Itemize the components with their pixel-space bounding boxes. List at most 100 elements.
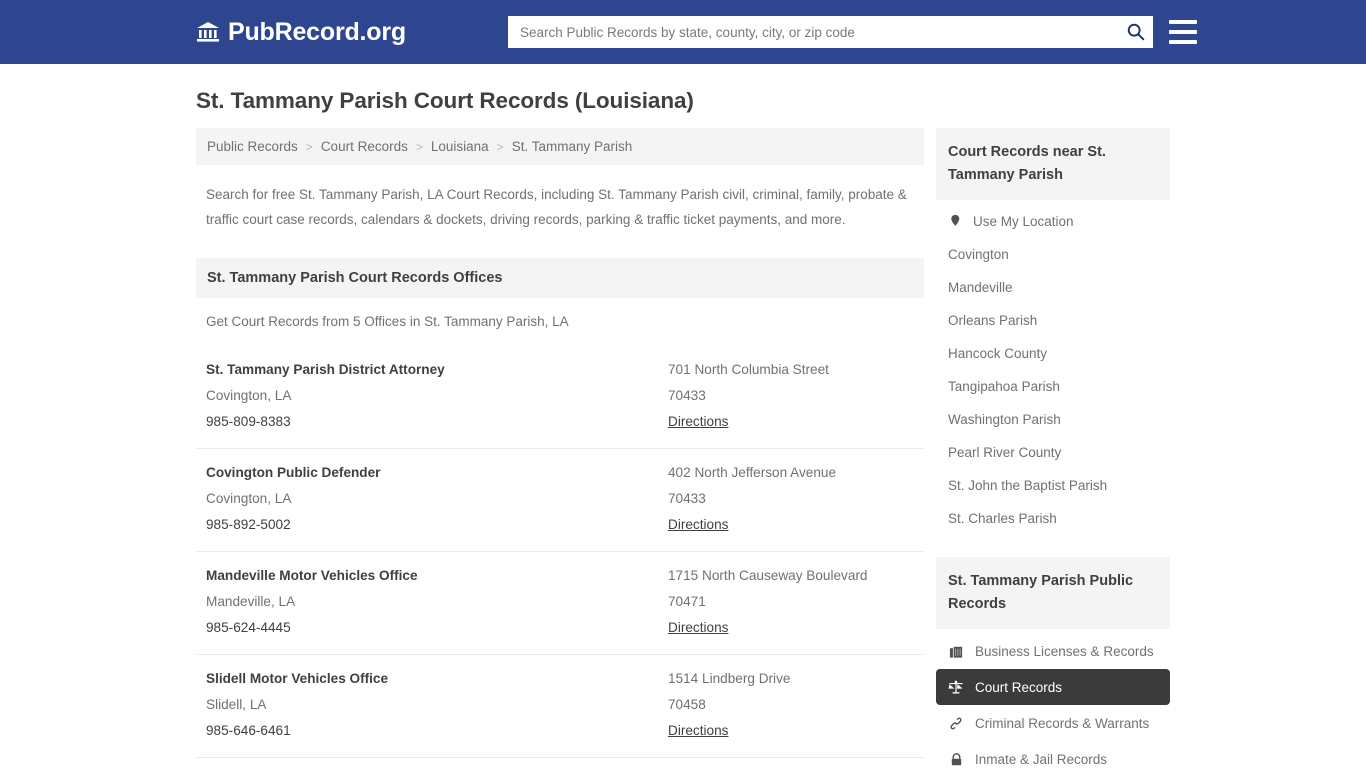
hamburger-menu-icon[interactable] [1168,20,1197,44]
office-info: St. Tammany Parish District Attorney Covi… [206,357,668,435]
public-records-item-label: Business Licenses & Records [975,643,1154,659]
breadcrumb-item-3[interactable]: Louisiana [431,139,489,154]
nearby-item-label: St. Charles Parish [948,511,1057,526]
nearby-item-label: Washington Parish [948,412,1061,427]
office-row: Slidell Motor Vehicles Office Slidell, LA… [196,654,924,757]
office-name: Slidell Motor Vehicles Office [206,671,389,686]
office-info: Mandeville Motor Vehicles Office Mandevil… [206,563,668,641]
nearby-item-st-charles-parish[interactable]: St. Charles Parish [936,502,1170,535]
list-item: Washington Parish [936,403,1170,436]
offices-section-header: St. Tammany Parish Court Records Offices [196,258,924,298]
office-street-address: 1514 Lindberg Drive [668,671,791,686]
office-name: St. Tammany Parish District Attorney [206,362,445,377]
nearby-item-use-my-location[interactable]: Use My Location [936,204,1170,238]
public-records-list: Business Licenses & Records Court Records… [936,629,1170,768]
page-intro-text: Search for free St. Tammany Parish, LA C… [206,187,907,227]
nearby-item-hancock-county[interactable]: Hancock County [936,337,1170,370]
nearby-item-mandeville[interactable]: Mandeville [936,271,1170,304]
office-city-state: Covington, LA [206,388,292,403]
site-logo-text: PubRecord.org [228,17,406,46]
office-row: St. Tammany Parish District Attorney Covi… [196,346,924,448]
office-address-block: 1514 Lindberg Drive 70458 Directions [668,666,914,744]
list-item: Inmate & Jail Records [936,741,1170,768]
nearby-item-orleans-parish[interactable]: Orleans Parish [936,304,1170,337]
office-zip: 70433 [668,388,706,403]
search-box [507,16,1153,48]
public-records-panel-title: St. Tammany Parish Public Records [936,557,1170,629]
page-title: St. Tammany Parish Court Records (Louisi… [196,88,694,113]
public-records-item-label: Court Records [975,679,1063,695]
directions-link[interactable]: Directions [668,409,728,435]
nearby-item-label: Tangipahoa Parish [948,379,1060,394]
search-input[interactable] [507,16,1153,48]
office-city-state: Slidell, LA [206,697,267,712]
nearby-item-label: St. John the Baptist Parish [948,478,1108,493]
directions-wrapper: Directions [668,718,914,744]
office-address-block: 402 North Jefferson Avenue 70433 Direction… [668,460,914,538]
list-item: Use My Location [936,204,1170,238]
office-city-state: Covington, LA [206,491,292,506]
map-pin-icon [948,213,964,229]
nearby-item-label: Pearl River County [948,445,1062,460]
office-city-state: Mandeville, LA [206,594,296,609]
office-street-address: 402 North Jefferson Avenue [668,465,837,480]
office-phone: 985-892-5002 [206,517,291,532]
offices-count-note: Get Court Records from 5 Offices in St. … [206,314,569,329]
breadcrumb: Public Records > Court Records > Louisiana > S… [196,128,924,165]
directions-link[interactable]: Directions [668,718,728,744]
sidebar: Court Records near St. Tammany Parish Us… [936,128,1170,768]
office-street-address: 701 North Columbia Street [668,362,829,377]
nearby-item-label: Covington [948,247,1009,262]
directions-link[interactable]: Directions [668,512,728,538]
nearby-item-label: Orleans Parish [948,313,1038,328]
public-records-item-business-licenses-records[interactable]: Business Licenses & Records [936,633,1170,669]
nearby-records-panel-title: Court Records near St. Tammany Parish [936,128,1170,200]
menu-bar [1168,30,1197,34]
menu-bar [1168,20,1197,24]
breadcrumb-item-1[interactable]: Public Records [207,139,298,154]
content-columns: Public Records > Court Records > Louisiana > S… [196,128,1170,768]
nearby-item-covington[interactable]: Covington [936,238,1170,271]
office-name: Covington Public Defender [206,465,381,480]
directions-wrapper: Directions [668,409,914,435]
office-name: Mandeville Motor Vehicles Office [206,568,418,583]
breadcrumb-separator: > [415,139,423,154]
site-logo[interactable]: PubRecord.org [196,17,406,46]
nearby-item-tangipahoa-parish[interactable]: Tangipahoa Parish [936,370,1170,403]
office-phone: 985-646-6461 [206,723,291,738]
public-records-item-inmate-jail-records[interactable]: Inmate & Jail Records [936,741,1170,768]
list-item: Orleans Parish [936,304,1170,337]
list-item: Covington [936,238,1170,271]
public-records-item-label: Inmate & Jail Records [975,751,1108,767]
nearby-item-pearl-river-county[interactable]: Pearl River County [936,436,1170,469]
office-zip: 70471 [668,594,706,609]
main-content: Public Records > Court Records > Louisiana > S… [196,128,924,768]
scales-icon [948,679,964,695]
lock-icon [948,751,964,767]
office-address-block: 701 North Columbia Street 70433 Directions [668,357,914,435]
list-item: St. Charles Parish [936,502,1170,535]
breadcrumb-item-2[interactable]: Court Records [321,139,408,154]
public-records-item-criminal-records-warrants[interactable]: Criminal Records & Warrants [936,705,1170,741]
public-records-panel: St. Tammany Parish Public Records Busine… [936,557,1170,768]
office-info: Covington Public Defender Covington, LA 98… [206,460,668,538]
header-actions [507,16,1197,48]
nearby-item-label: Use My Location [973,213,1074,229]
office-street-address: 1715 North Causeway Boulevard [668,568,868,583]
office-row: Covington Public Defender Covington, LA 98… [196,448,924,551]
public-records-item-court-records[interactable]: Court Records [936,669,1170,705]
list-item: Mandeville [936,271,1170,304]
nearby-item-st-john-the-baptist-parish[interactable]: St. John the Baptist Parish [936,469,1170,502]
office-zip: 70433 [668,491,706,506]
breadcrumb-separator: > [305,139,313,154]
office-address-block: 1715 North Causeway Boulevard 70471 Direct… [668,563,914,641]
office-info: Slidell Motor Vehicles Office Slidell, LA… [206,666,668,744]
directions-link[interactable]: Directions [668,615,728,641]
nearby-records-panel: Court Records near St. Tammany Parish Us… [936,128,1170,535]
search-icon[interactable] [1125,21,1147,43]
office-phone: 985-809-8383 [206,414,291,429]
site-header: PubRecord.org [0,0,1366,64]
link-chain-icon [948,715,964,731]
nearby-item-washington-parish[interactable]: Washington Parish [936,403,1170,436]
directions-wrapper: Directions [668,512,914,538]
